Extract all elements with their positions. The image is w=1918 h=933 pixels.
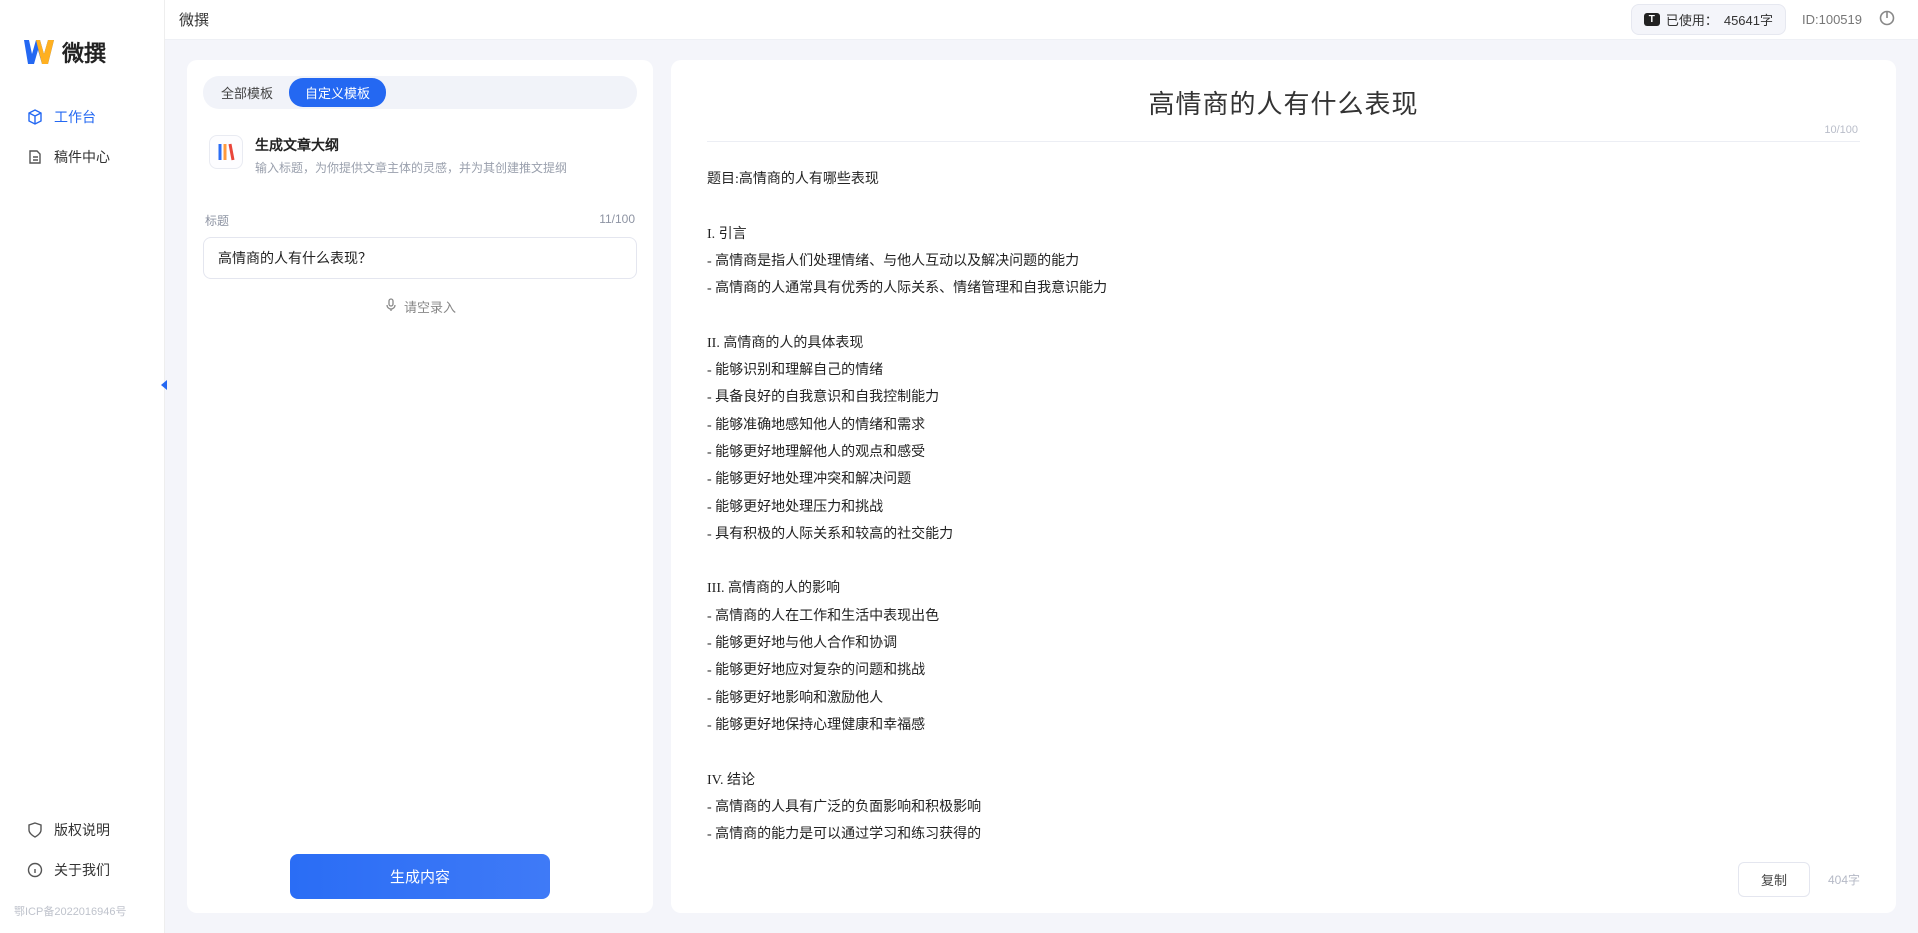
template-card[interactable]: 生成文章大纲 输入标题，为你提供文章主体的灵感，并为其创建推文提纲 — [203, 127, 637, 194]
cube-icon — [26, 108, 44, 126]
microphone-icon — [384, 298, 398, 315]
icp-text: 鄂ICP备2022016946号 — [0, 897, 164, 919]
document-body[interactable]: 题目:高情商的人有哪些表现 I. 引言 - 高情商是指人们处理情绪、与他人互动以… — [707, 166, 1860, 850]
output-panel: 高情商的人有什么表现 10/100 题目:高情商的人有哪些表现 I. 引言 - … — [671, 60, 1896, 913]
word-count: 404字 — [1828, 871, 1860, 888]
logo-mark-icon — [24, 40, 54, 64]
sidebar-item-about[interactable]: 关于我们 — [14, 851, 150, 889]
template-icon — [209, 135, 243, 169]
shield-icon — [26, 821, 44, 839]
template-desc: 输入标题，为你提供文章主体的灵感，并为其创建推文提纲 — [255, 159, 567, 176]
tab-all-templates[interactable]: 全部模板 — [205, 78, 289, 107]
sidebar-item-drafts[interactable]: 稿件中心 — [14, 138, 150, 176]
usage-value: 45641字 — [1724, 10, 1773, 29]
sidebar-footer: 版权说明 关于我们 — [0, 811, 164, 897]
usage-prefix: 已使用： — [1666, 10, 1718, 29]
template-tabs: 全部模板 自定义模板 — [203, 76, 637, 109]
sidebar-collapse-handle[interactable] — [156, 375, 172, 395]
power-icon[interactable] — [1878, 9, 1896, 30]
char-counter: 11/100 — [599, 212, 635, 229]
usage-pill[interactable]: T 已使用： 45641字 — [1631, 4, 1786, 35]
voice-hint: 请空录入 — [404, 297, 456, 316]
document-icon — [26, 148, 44, 166]
t-badge: T — [1644, 13, 1660, 26]
sidebar-nav: 工作台 稿件中心 — [0, 98, 164, 811]
nav-label: 版权说明 — [54, 820, 110, 840]
nav-label: 关于我们 — [54, 860, 110, 880]
page-title: 微撰 — [179, 9, 209, 30]
nav-label: 工作台 — [54, 107, 96, 127]
generate-button[interactable]: 生成内容 — [290, 854, 550, 899]
sidebar-item-workbench[interactable]: 工作台 — [14, 98, 150, 136]
field-label-title: 标题 — [205, 212, 229, 229]
nav-label: 稿件中心 — [54, 147, 110, 167]
tab-custom-templates[interactable]: 自定义模板 — [289, 78, 386, 107]
logo-text: 微撰 — [62, 36, 106, 68]
main: 微撰 T 已使用： 45641字 ID:100519 全部模板 自定义模板 — [165, 0, 1918, 933]
title-char-counter: 10/100 — [1824, 124, 1858, 136]
info-icon — [26, 861, 44, 879]
document-title[interactable]: 高情商的人有什么表现 — [707, 84, 1860, 121]
copy-button[interactable]: 复制 — [1738, 862, 1810, 897]
sidebar-item-copyright[interactable]: 版权说明 — [14, 811, 150, 849]
sidebar: 微撰 工作台 稿件中心 版权说明 — [0, 0, 165, 933]
logo: 微撰 — [0, 14, 164, 98]
voice-input-row[interactable]: 请空录入 — [203, 297, 637, 316]
user-id: ID:100519 — [1802, 12, 1862, 27]
template-title: 生成文章大纲 — [255, 135, 567, 155]
topbar: 微撰 T 已使用： 45641字 ID:100519 — [165, 0, 1918, 40]
input-panel: 全部模板 自定义模板 生成文章大纲 输入标题，为你提供文章主体的灵感，并为其创建… — [187, 60, 653, 913]
title-input[interactable] — [203, 237, 637, 279]
